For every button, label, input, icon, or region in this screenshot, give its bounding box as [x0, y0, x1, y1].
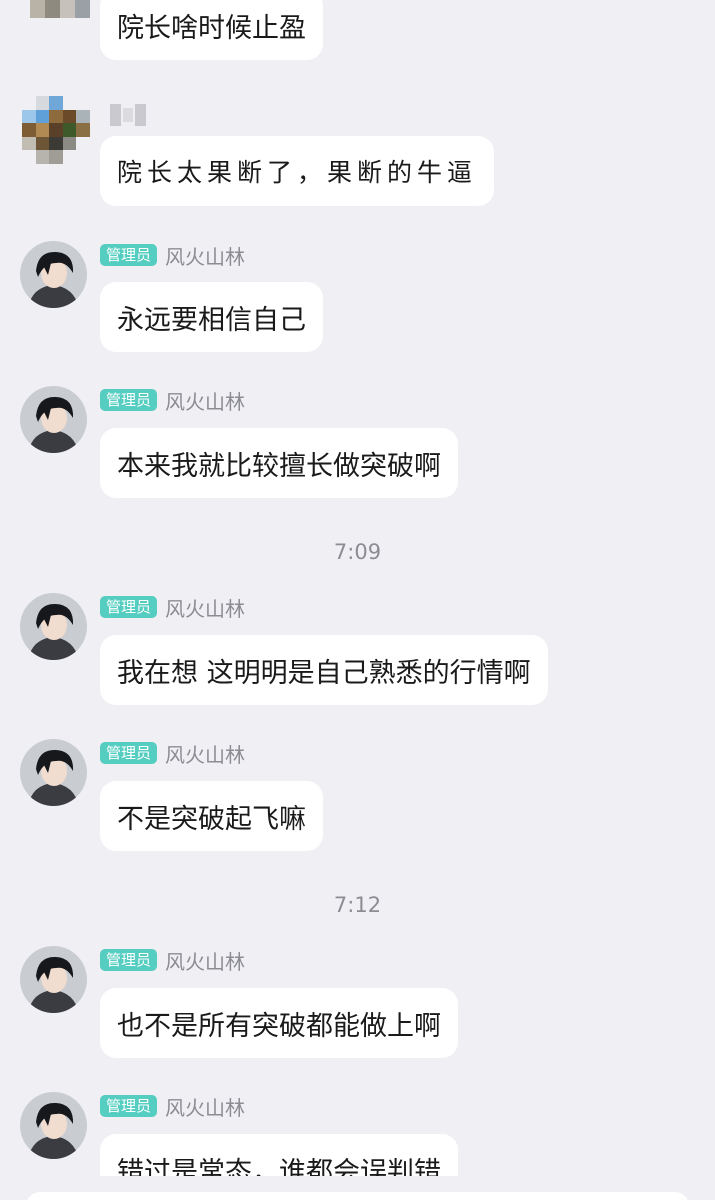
message-bubble[interactable]: 也不是所有突破都能做上啊 [100, 988, 458, 1058]
sender-row: 管理员 风火山林 [100, 1092, 245, 1121]
anime-boy-avatar[interactable] [20, 739, 87, 806]
message-bubble[interactable]: 不是突破起飞嘛 [100, 781, 323, 851]
sender-row: 管理员 风火山林 [100, 241, 245, 270]
admin-badge: 管理员 [100, 742, 158, 764]
blurred-avatar[interactable] [30, 0, 90, 18]
message-text: 永远要相信自己 [117, 304, 306, 336]
sender-row: 管理员 风火山林 [100, 593, 245, 622]
message-bubble[interactable]: 永远要相信自己 [100, 282, 323, 352]
sender-row: 管理员 风火山林 [100, 386, 245, 415]
sender-name[interactable]: 风火山林 [165, 386, 245, 415]
sender-name[interactable]: 风火山林 [165, 241, 245, 270]
sender-name-blurred [110, 104, 147, 126]
anime-boy-avatar[interactable] [20, 386, 87, 453]
sender-name[interactable]: 风火山林 [165, 739, 245, 768]
timestamp: 7:09 [333, 540, 382, 564]
sender-row: 管理员 风火山林 [100, 946, 245, 975]
message-bubble[interactable]: 我在想 这明明是自己熟悉的行情啊 [100, 635, 548, 705]
message-text: 不是突破起飞嘛 [117, 803, 306, 835]
anime-boy-avatar[interactable] [20, 241, 87, 308]
anime-boy-avatar[interactable] [20, 593, 87, 660]
message-text: 也不是所有突破都能做上啊 [117, 1010, 441, 1042]
sender-row: 管理员 风火山林 [100, 739, 245, 768]
message-text: 我在想 这明明是自己熟悉的行情啊 [117, 657, 531, 689]
chat-message-list[interactable]: 院长啥时候止盈 院长太果断了，果断的牛逼 管理员 风火山林 永远要相信自己 管理… [0, 0, 715, 1200]
message-bubble[interactable]: 本来我就比较擅长做突破啊 [100, 428, 458, 498]
admin-badge: 管理员 [100, 949, 158, 971]
anime-boy-avatar[interactable] [20, 946, 87, 1013]
message-input-bar[interactable] [26, 1192, 689, 1200]
message-text: 院长啥时候止盈 [117, 12, 306, 44]
admin-badge: 管理员 [100, 244, 158, 266]
anime-boy-avatar[interactable] [20, 1092, 87, 1159]
sender-name[interactable]: 风火山林 [165, 593, 245, 622]
admin-badge: 管理员 [100, 596, 158, 618]
message-text: 院长太果断了，果断的牛逼 [117, 158, 478, 187]
sender-name[interactable]: 风火山林 [165, 1092, 245, 1121]
message-bubble[interactable]: 院长太果断了，果断的牛逼 [100, 136, 495, 206]
timestamp: 7:12 [333, 893, 382, 917]
message-text: 本来我就比较擅长做突破啊 [117, 450, 441, 482]
message-bubble[interactable]: 院长啥时候止盈 [100, 0, 323, 60]
blurred-avatar[interactable] [22, 96, 90, 164]
sender-name[interactable]: 风火山林 [165, 946, 245, 975]
admin-badge: 管理员 [100, 1095, 158, 1117]
admin-badge: 管理员 [100, 389, 158, 411]
